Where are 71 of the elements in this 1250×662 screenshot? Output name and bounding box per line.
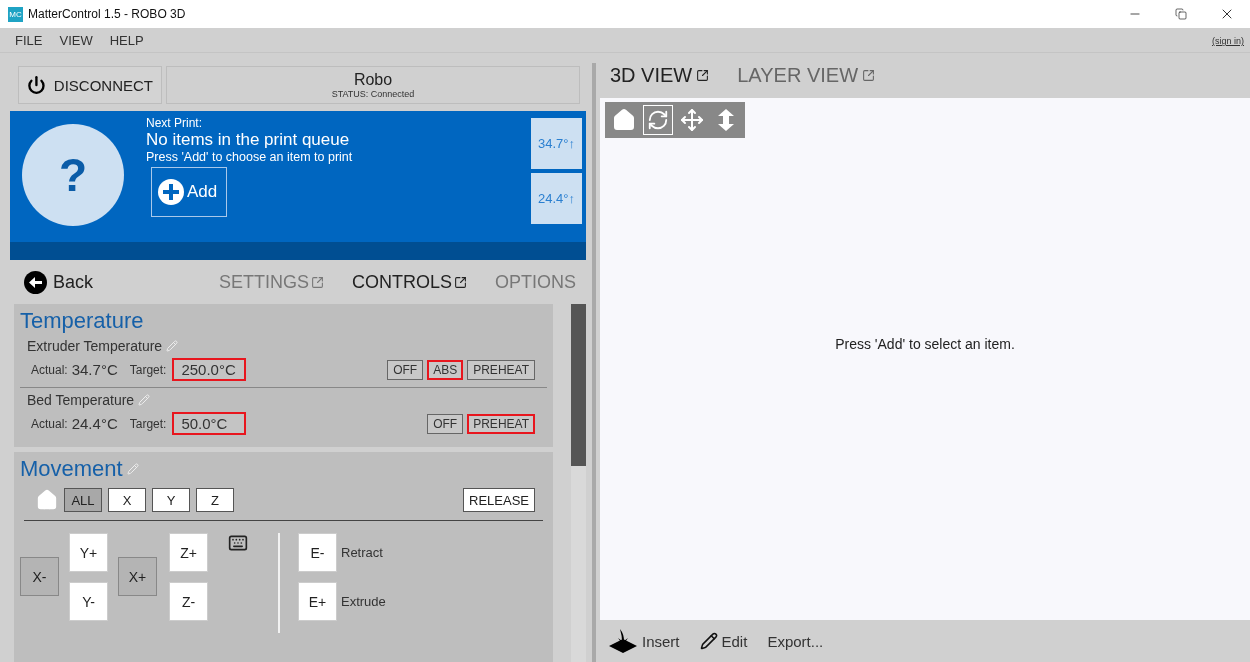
section-title: Temperature (20, 308, 145, 334)
popout-icon (696, 69, 710, 82)
jog-button[interactable]: X+ (118, 557, 157, 596)
actual-label: Actual: (31, 362, 68, 377)
home-icon[interactable] (36, 489, 58, 511)
action-button[interactable]: Insert (608, 628, 680, 654)
view-tab[interactable]: 3D VIEW (610, 64, 710, 87)
home-icon (612, 108, 636, 132)
heater-name: Bed Temperature (27, 392, 135, 408)
section-title: Movement (20, 456, 123, 482)
extrude-button[interactable]: E+ (298, 582, 337, 621)
add-button[interactable]: Add (151, 167, 227, 217)
home-axis-button[interactable]: Z (196, 488, 234, 512)
target-field[interactable]: 250.0°C (172, 358, 247, 381)
preset-button[interactable]: PREHEAT (467, 413, 535, 434)
plus-icon (158, 179, 184, 205)
heater-name: Extruder Temperature (27, 338, 163, 354)
insert-icon (608, 628, 638, 654)
pencil-icon (138, 394, 151, 406)
jog-button[interactable]: Y- (69, 582, 108, 621)
jog-button[interactable]: Z- (169, 582, 208, 621)
power-icon (27, 75, 46, 95)
preset-button[interactable]: OFF (427, 413, 464, 434)
home-axis-button[interactable]: Y (152, 488, 190, 512)
jog-button[interactable]: X- (20, 557, 59, 596)
view-tool-button[interactable] (643, 105, 673, 135)
extrude-label: Retract (341, 545, 383, 560)
actual-label: Actual: (31, 416, 68, 431)
target-field[interactable]: 50.0°C (172, 412, 247, 435)
queue-hint: Press 'Add' to choose an item to print (146, 150, 354, 164)
move-icon (680, 108, 704, 132)
target-label: Target: (129, 416, 167, 431)
preset-button[interactable]: OFF (387, 359, 424, 380)
menu-item[interactable]: HELP (109, 32, 144, 48)
nav-tab[interactable]: CONTROLS (351, 271, 467, 293)
restore-icon (1175, 8, 1187, 20)
window-title: MatterControl 1.5 - ROBO 3D (28, 7, 186, 21)
action-button[interactable]: Edit (699, 632, 748, 650)
next-print-label: Next Print: (146, 116, 203, 130)
extrude-button[interactable]: E- (298, 533, 337, 572)
popout-icon (862, 69, 876, 82)
app-icon: MC (8, 6, 23, 22)
pencil-icon (699, 632, 718, 650)
menu-item[interactable]: FILE (15, 32, 43, 48)
back-button[interactable]: Back (24, 270, 94, 294)
release-button[interactable]: RELEASE (463, 488, 535, 512)
actual-temperature: 34.7°C (71, 361, 118, 378)
action-button[interactable]: Export... (767, 632, 824, 650)
pencil-icon (126, 463, 139, 475)
keyboard-icon[interactable] (228, 533, 248, 553)
actual-temperature: 24.4°C (71, 415, 118, 432)
empty-message: Press 'Add' to select an item. (835, 336, 1015, 352)
view-tab[interactable]: LAYER VIEW (737, 64, 876, 87)
extrude-label: Extrude (341, 594, 386, 609)
disconnect-button[interactable]: DISCONNECT (18, 66, 162, 104)
printer-status: STATUS: Connected (331, 89, 415, 99)
menu-item[interactable]: VIEW (59, 32, 93, 48)
rotate-icon (647, 109, 669, 131)
home-axis-button[interactable]: ALL (64, 488, 102, 512)
target-label: Target: (129, 362, 167, 377)
preset-button[interactable]: ABS (427, 359, 464, 380)
sign-in-link[interactable]: (sign in) (1212, 36, 1244, 46)
item-thumbnail: ? (22, 124, 124, 226)
pencil-icon (166, 340, 179, 352)
queue-title: No items in the print queue (146, 130, 351, 150)
printer-name: Robo (353, 71, 393, 89)
home-axis-button[interactable]: X (108, 488, 146, 512)
scrollbar-thumb[interactable] (571, 304, 586, 466)
preset-button[interactable]: PREHEAT (467, 359, 535, 380)
jog-button[interactable]: Z+ (169, 533, 208, 572)
jog-button[interactable]: Y+ (69, 533, 108, 572)
